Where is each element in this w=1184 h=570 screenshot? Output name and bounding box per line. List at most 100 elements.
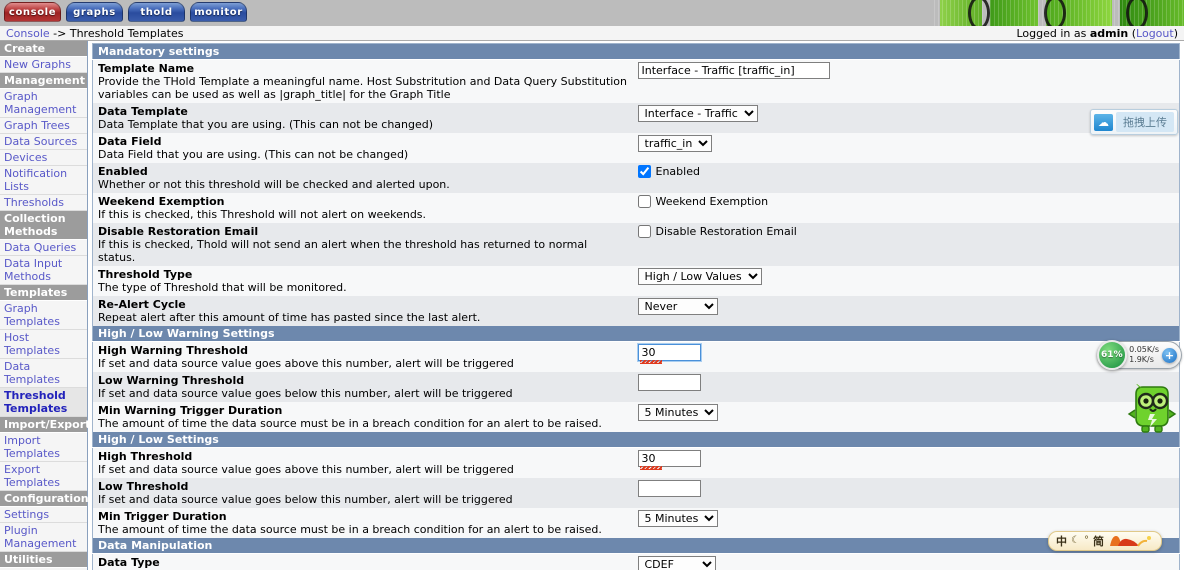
sidebar-item-notification-lists[interactable]: Notification Lists [0, 166, 87, 195]
disable-restoration-email-checkbox[interactable] [638, 225, 651, 238]
sidebar-item-export-templates[interactable]: Export Templates [0, 462, 87, 491]
sidebar-item-data-sources[interactable]: Data Sources [0, 134, 87, 150]
ime-simplified-icon[interactable]: 简 [1093, 536, 1104, 547]
high-threshold-input[interactable] [638, 450, 701, 467]
page-shell: Create New Graphs Management Graph Manag… [0, 41, 1184, 570]
section-data-manipulation-label: Data Manipulation [93, 538, 1180, 554]
cactus-banner-art [934, 0, 1184, 26]
sidebar-item-devices[interactable]: Devices [0, 150, 87, 166]
mascot-widget[interactable] [1126, 384, 1178, 437]
field-data-type: Data Type Special formatting for the giv… [93, 554, 1180, 570]
high-warning-threshold-spellcheck-marker [638, 344, 701, 361]
green-mascot-icon [1126, 384, 1178, 434]
ime-language-icon[interactable]: 中 [1056, 536, 1067, 547]
section-mandatory-settings-label: Mandatory settings [93, 44, 1180, 60]
field-threshold-type: Threshold Type The type of Threshold tha… [93, 266, 1180, 296]
enabled-checkbox-label[interactable]: Enabled [656, 165, 700, 178]
field-low-threshold: Low Threshold If set and data source val… [93, 478, 1180, 508]
sidebar-item-data-templates[interactable]: Data Templates [0, 359, 87, 388]
banner-ring-3 [1126, 0, 1148, 26]
low-threshold-input[interactable] [638, 480, 701, 497]
login-username: admin [1090, 27, 1128, 40]
banner-ring-1 [968, 0, 990, 26]
threshold-type-select[interactable]: High / Low Values [638, 268, 762, 285]
sidebar-item-settings[interactable]: Settings [0, 507, 87, 523]
sidebar-item-graph-trees[interactable]: Graph Trees [0, 118, 87, 134]
enabled-checkbox[interactable] [638, 165, 651, 178]
upload-widget[interactable]: ☁ 拖拽上传 [1090, 109, 1178, 135]
template-name-input[interactable] [638, 62, 830, 79]
min-warning-trigger-duration-select[interactable]: 5 Minutes [638, 404, 718, 421]
tab-console[interactable]: console [4, 2, 61, 22]
network-upload-rate: 0.05K/s [1129, 345, 1159, 354]
ime-toolbar[interactable]: 中 ☾ ° 简 [1048, 531, 1162, 551]
breadcrumb-separator: -> [53, 27, 66, 40]
ime-punctuation-icon[interactable]: ° [1084, 536, 1089, 546]
high-threshold-title: High Threshold [98, 450, 628, 463]
field-min-warning-trigger-duration: Min Warning Trigger Duration The amount … [93, 402, 1180, 432]
disable-restoration-email-desc: If this is checked, Thold will not send … [98, 238, 628, 264]
realert-cycle-select[interactable]: Never [638, 298, 718, 315]
low-warning-threshold-title: Low Warning Threshold [98, 374, 628, 387]
data-type-title: Data Type [98, 556, 628, 569]
realert-cycle-desc: Repeat alert after this amount of time h… [98, 311, 628, 324]
ime-skin-icon[interactable] [1108, 534, 1154, 548]
weekend-exemption-title: Weekend Exemption [98, 195, 628, 208]
sidebar-item-threshold-templates[interactable]: Threshold Templates [0, 388, 87, 417]
logout-paren-close: ) [1174, 27, 1178, 40]
field-high-threshold: High Threshold If set and data source va… [93, 448, 1180, 479]
high-threshold-spellcheck-marker [638, 450, 701, 467]
tab-monitor[interactable]: monitor [190, 2, 247, 22]
data-field-select[interactable]: traffic_in [638, 135, 712, 152]
weekend-exemption-checkbox-label[interactable]: Weekend Exemption [656, 195, 769, 208]
sidebar-item-import-templates[interactable]: Import Templates [0, 433, 87, 462]
sidebar-item-graph-templates[interactable]: Graph Templates [0, 301, 87, 330]
sidebar-item-data-input-methods[interactable]: Data Input Methods [0, 256, 87, 285]
field-enabled: Enabled Whether or not this threshold wi… [93, 163, 1180, 193]
logout-link[interactable]: Logout [1136, 27, 1174, 40]
min-warning-trigger-duration-title: Min Warning Trigger Duration [98, 404, 628, 417]
high-warning-threshold-input[interactable] [638, 344, 701, 361]
sidebar-item-data-queries[interactable]: Data Queries [0, 240, 87, 256]
sidebar-item-host-templates[interactable]: Host Templates [0, 330, 87, 359]
breadcrumb: Console -> Threshold Templates [6, 27, 1016, 40]
sidebar-item-graph-management[interactable]: Graph Management [0, 89, 87, 118]
data-template-desc: Data Template that you are using. (This … [98, 118, 628, 131]
data-template-select[interactable]: Interface - Traffic [638, 105, 758, 122]
tab-graphs[interactable]: graphs [66, 2, 123, 22]
weekend-exemption-desc: If this is checked, this Threshold will … [98, 208, 628, 221]
network-percent-badge[interactable]: 61% [1097, 340, 1127, 370]
min-warning-trigger-duration-desc: The amount of time the data source must … [98, 417, 628, 430]
upload-widget-label[interactable]: 拖拽上传 [1116, 112, 1174, 132]
sidebar-item-new-graphs[interactable]: New Graphs [0, 57, 87, 73]
weekend-exemption-checkbox[interactable] [638, 195, 651, 208]
section-high-low-settings-label: High / Low Settings [93, 432, 1180, 448]
enabled-title: Enabled [98, 165, 628, 178]
sidebar-item-thresholds[interactable]: Thresholds [0, 195, 87, 211]
sidebar-heading-collection-methods: Collection Methods [0, 211, 87, 240]
template-name-title: Template Name [98, 62, 628, 75]
ime-moon-icon[interactable]: ☾ [1071, 536, 1080, 546]
low-threshold-desc: If set and data source value goes below … [98, 493, 628, 506]
sidebar-heading-create: Create [0, 41, 87, 57]
data-type-select[interactable]: CDEF [638, 556, 716, 570]
low-warning-threshold-input[interactable] [638, 374, 701, 391]
breadcrumb-root-link[interactable]: Console [6, 27, 50, 40]
section-high-low-settings: High / Low Settings [93, 432, 1180, 448]
realert-cycle-title: Re-Alert Cycle [98, 298, 628, 311]
sidebar-heading-utilities: Utilities [0, 552, 87, 568]
network-speed-widget[interactable]: ↑ 0.05K/s ↓ 1.9K/s + 61% [1097, 339, 1182, 371]
field-data-field: Data Field Data Field that you are using… [93, 133, 1180, 163]
section-mandatory-settings: Mandatory settings [93, 44, 1180, 60]
tab-thold[interactable]: thold [128, 2, 185, 22]
network-download-rate: 1.9K/s [1129, 355, 1154, 364]
network-expand-button[interactable]: + [1162, 348, 1177, 363]
sidebar-item-plugin-management[interactable]: Plugin Management [0, 523, 87, 552]
min-trigger-duration-select[interactable]: 5 Minutes [638, 510, 718, 527]
disable-restoration-email-title: Disable Restoration Email [98, 225, 628, 238]
field-high-warning-threshold: High Warning Threshold If set and data s… [93, 342, 1180, 373]
disable-restoration-email-checkbox-label[interactable]: Disable Restoration Email [656, 225, 797, 238]
section-data-manipulation: Data Manipulation [93, 538, 1180, 554]
data-template-title: Data Template [98, 105, 628, 118]
data-field-title: Data Field [98, 135, 628, 148]
